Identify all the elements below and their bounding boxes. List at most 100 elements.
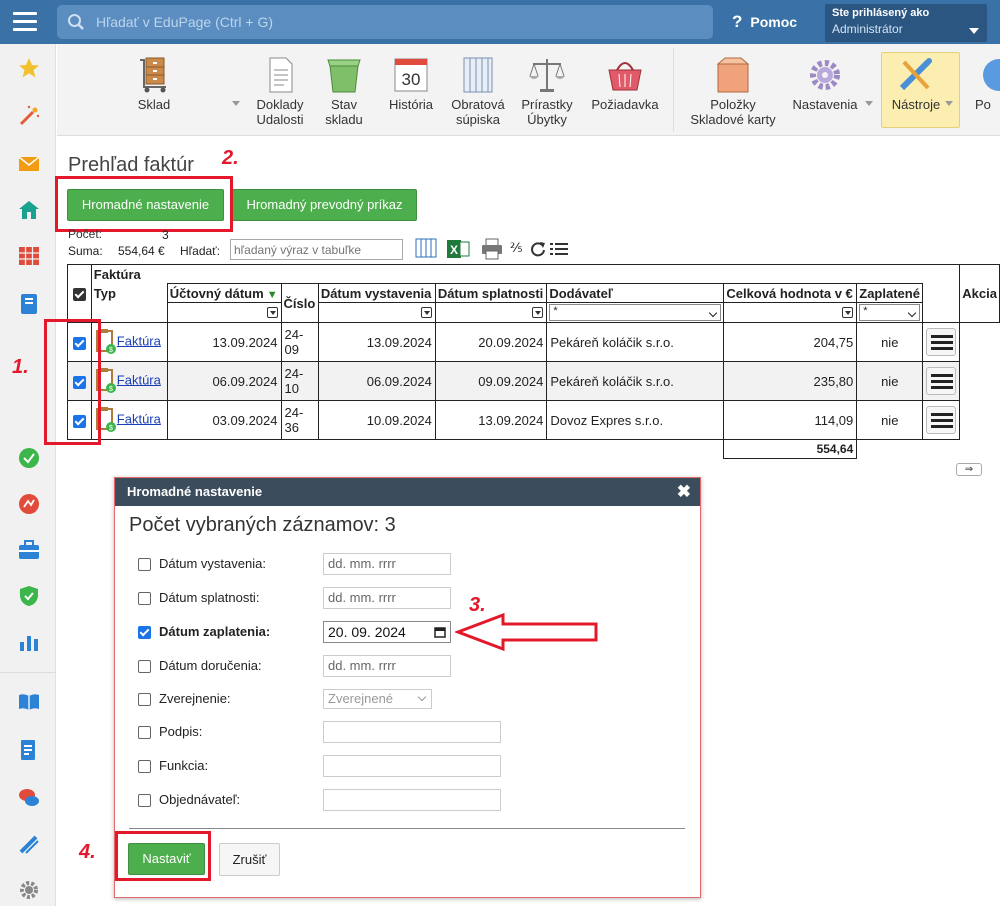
fraction-icon[interactable]: ⅖ [510, 240, 523, 256]
bar-chart-icon[interactable] [17, 630, 41, 654]
filter-uctovny-datum [166, 302, 282, 323]
col-datum-splatnosti[interactable]: Dátum splatnosti [434, 283, 548, 303]
shield-icon[interactable] [17, 584, 41, 608]
datum-vystavenia-cell: 10.09.2024 [317, 400, 436, 440]
sklad-caret-icon[interactable] [232, 101, 240, 106]
table-search-input[interactable] [230, 239, 403, 260]
annotation-1: 1. [12, 356, 29, 378]
objednavatel-checkbox[interactable] [138, 794, 151, 808]
dodavatel-cell: Dovoz Expres s.r.o. [546, 400, 725, 440]
col-akcia: Akcia [959, 264, 1000, 323]
home-icon[interactable] [17, 198, 41, 222]
datum-dorucenia-input[interactable]: dd. mm. rrrr [323, 655, 451, 677]
datum-vystavenia-checkbox[interactable] [138, 558, 151, 572]
uctovny-datum-cell: 13.09.2024 [166, 322, 282, 362]
akcia-cell [922, 322, 961, 362]
close-icon[interactable]: ✖ [677, 482, 691, 502]
datum-splatnosti-checkbox[interactable] [138, 592, 151, 606]
refresh-icon[interactable] [530, 241, 546, 257]
col-zaplatene[interactable]: Zaplatené [856, 283, 924, 303]
datum-zaplatenia-label: Dátum zaplatenia: [159, 624, 271, 639]
document-icon[interactable] [17, 738, 41, 762]
funkcia-input[interactable] [323, 755, 501, 777]
toolbar-stav-skladu[interactable]: Stav skladu [315, 56, 373, 127]
col-dodavatel[interactable]: Dodávateľ [546, 283, 725, 303]
columns-icon[interactable] [414, 238, 438, 258]
table-row: $ Faktúra 13.09.2024 24-09 13.09.2024 20.… [67, 322, 1000, 362]
select-all-checkbox[interactable] [72, 288, 86, 302]
help-link[interactable]: ? Pomoc [732, 12, 797, 32]
datum-zaplatenia-checkbox[interactable] [138, 626, 151, 640]
podpis-checkbox[interactable] [138, 726, 151, 740]
list-icon[interactable] [550, 241, 568, 257]
toolbar-nastroje[interactable]: Nástroje [883, 56, 949, 112]
nastavenia-caret-icon[interactable] [865, 101, 873, 106]
filter-icon[interactable] [420, 307, 432, 318]
zverejnenie-checkbox[interactable] [138, 693, 151, 707]
toolbar-prirastky[interactable]: Prírastky Úbytky [515, 56, 579, 127]
scroll-right-icon[interactable]: ⇒ [956, 463, 982, 476]
toolbar-sklad[interactable]: Sklad [119, 56, 189, 112]
grade-icon[interactable] [17, 492, 41, 516]
magic-wand-icon[interactable] [17, 104, 41, 128]
zverejnenie-select[interactable]: Zverejnené [323, 689, 432, 709]
toolbar-historia[interactable]: 30 História [381, 56, 441, 112]
col-hodnota[interactable]: Celková hodnota v € [723, 283, 858, 303]
toolbar-nastavenia[interactable]: Nastavenia [785, 56, 865, 112]
row-menu-icon[interactable] [926, 367, 957, 395]
gear-icon[interactable] [17, 878, 41, 902]
toolbar-po[interactable]: Po [975, 56, 1000, 112]
col-cislo[interactable]: Číslo [280, 283, 319, 323]
cancel-button[interactable]: Zrušiť [219, 843, 280, 876]
open-book-icon[interactable] [17, 690, 41, 714]
datum-vystavenia-input[interactable]: dd. mm. rrrr [323, 553, 451, 575]
annotation-2: 2. [222, 147, 239, 169]
invoice-link[interactable]: Faktúra [117, 333, 161, 348]
filter-icon[interactable] [842, 307, 854, 318]
star-icon[interactable] [17, 56, 41, 80]
check-badge-icon[interactable] [17, 446, 41, 470]
calendar-icon[interactable] [434, 626, 446, 638]
filter-dodavatel-select[interactable]: * [549, 304, 722, 321]
print-icon[interactable] [480, 238, 504, 260]
col-uctovny-datum[interactable]: Účtovný dátum ▼ [166, 283, 282, 303]
field-datum-vystavenia: Dátum vystavenia: [138, 556, 266, 572]
pen-icon[interactable] [17, 832, 41, 856]
toolbar-doklady[interactable]: Doklady Udalosti [247, 56, 313, 127]
row-menu-icon[interactable] [926, 328, 957, 356]
dialog-divider [129, 828, 685, 829]
global-search-input[interactable]: Hľadať v EduPage (Ctrl + G) [57, 5, 713, 39]
timetable-icon[interactable] [17, 244, 41, 268]
bulk-transfer-button[interactable]: Hromadný prevodný príkaz [232, 189, 417, 221]
excel-icon[interactable]: X [446, 238, 470, 260]
invoice-link[interactable]: Faktúra [117, 372, 161, 387]
sum-value: 554,64 € [118, 244, 165, 258]
notebook-icon[interactable] [17, 292, 41, 316]
toolbar-label-doklady: Doklady Udalosti [256, 97, 304, 127]
filter-icon[interactable] [266, 307, 278, 318]
chat-icon[interactable] [17, 786, 41, 810]
user-menu[interactable]: Ste prihlásený ako Administrátor [825, 4, 987, 42]
filter-zaplatene-select[interactable]: * [859, 304, 921, 321]
nastroje-caret-icon[interactable] [945, 101, 953, 106]
datum-splatnosti-input[interactable]: dd. mm. rrrr [323, 587, 451, 609]
mail-icon[interactable] [17, 152, 41, 176]
toolbar-obratova[interactable]: Obratová súpiska [445, 56, 511, 127]
col-datum-vystavenia[interactable]: Dátum vystavenia [317, 283, 436, 303]
filter-icon[interactable] [532, 307, 544, 318]
toolbar-poziadavka[interactable]: Požiadavka [585, 56, 665, 112]
hamburger-menu-icon[interactable] [13, 12, 37, 32]
toolbar-label-polozky: Položky Skladové karty [690, 97, 776, 127]
podpis-input[interactable] [323, 721, 501, 743]
datum-zaplatenia-input[interactable]: 20. 09. 2024 [323, 621, 451, 643]
toolbar-polozky[interactable]: Položky Skladové karty [683, 56, 783, 127]
row-menu-icon[interactable] [926, 406, 957, 434]
briefcase-icon[interactable] [17, 538, 41, 562]
filter-datum-vystavenia [317, 302, 436, 323]
annotation-box-1 [44, 319, 101, 445]
objednavatel-input[interactable] [323, 789, 501, 811]
invoice-link[interactable]: Faktúra [117, 411, 161, 426]
dialog-header-title: Hromadné nastavenie [127, 484, 263, 499]
funkcia-checkbox[interactable] [138, 760, 151, 774]
datum-dorucenia-checkbox[interactable] [138, 660, 151, 674]
